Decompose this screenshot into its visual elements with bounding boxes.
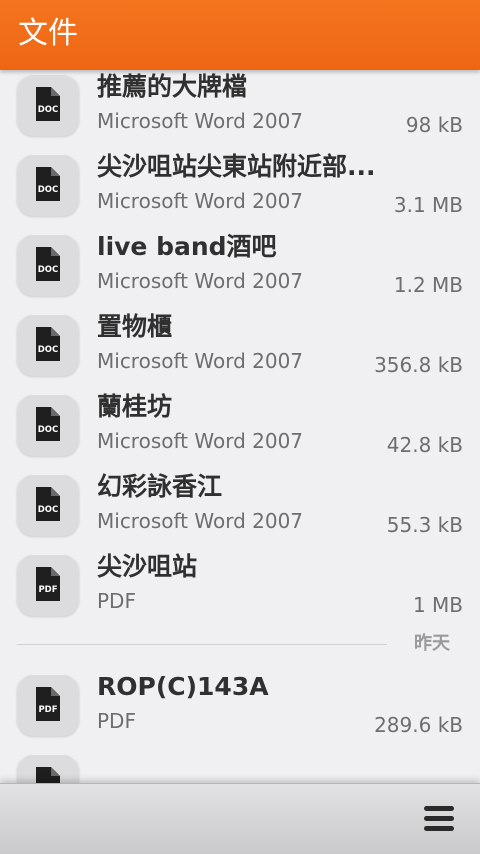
menu-bar-bottom xyxy=(424,826,454,831)
doc-file-icon xyxy=(36,767,60,783)
file-icon-label: DOC xyxy=(38,505,59,515)
file-list-item[interactable]: PDF 尖沙咀站 PDF 1 MB xyxy=(0,544,480,624)
file-size: 3.1 MB xyxy=(393,193,463,217)
page-title: 文件 xyxy=(18,16,78,51)
file-size: 55.3 kB xyxy=(386,513,463,537)
file-type: PDF xyxy=(97,709,136,733)
file-size: 289.6 kB xyxy=(374,713,463,737)
doc-file-icon: DOC xyxy=(36,247,60,281)
file-size: 1.2 MB xyxy=(393,273,463,297)
file-size: 356.8 kB xyxy=(374,353,463,377)
file-icon-tile: DOC xyxy=(17,474,79,536)
file-list-item[interactable]: DOC live band酒吧 Microsoft Word 2007 1.2 MB xyxy=(0,224,480,304)
file-icon-tile: PDF xyxy=(17,674,79,736)
file-name: 幻彩詠香江 xyxy=(97,472,223,501)
date-section-header: 昨天 xyxy=(0,624,480,664)
file-size: 1 MB xyxy=(412,593,463,617)
file-icon-label: DOC xyxy=(38,265,59,275)
file-icon-label: DOC xyxy=(38,345,59,355)
file-list-item[interactable]: DOC 推薦的大牌檔 Microsoft Word 2007 98 kB xyxy=(0,70,480,144)
file-list-item[interactable]: DOC 蘭桂坊 Microsoft Word 2007 42.8 kB xyxy=(0,384,480,464)
file-list-content: DOCMicrosoft Word 20073 MBDOC推薦的大牌檔Micro… xyxy=(0,70,480,783)
file-name: 推薦的大牌檔 xyxy=(97,72,248,101)
file-type: Microsoft Word 2007 xyxy=(97,429,304,453)
file-type: Microsoft Word 2007 xyxy=(97,349,304,373)
file-list[interactable]: DOCMicrosoft Word 20073 MBDOC推薦的大牌檔Micro… xyxy=(0,70,480,783)
file-list-item[interactable]: PDF ROP(C)143A PDF 289.6 kB xyxy=(0,664,480,744)
file-type: Microsoft Word 2007 xyxy=(97,269,304,293)
section-divider xyxy=(17,644,387,645)
file-size: 98 kB xyxy=(405,113,463,137)
file-icon-tile: DOC xyxy=(17,74,79,136)
pdf-file-icon: PDF xyxy=(36,687,60,721)
file-type: PDF xyxy=(97,589,136,613)
file-type: Microsoft Word 2007 xyxy=(97,509,304,533)
file-icon-tile: DOC xyxy=(17,234,79,296)
menu-bar-top xyxy=(424,806,454,811)
pdf-file-icon: PDF xyxy=(36,567,60,601)
file-list-item[interactable]: DOC 尖沙咀站尖東站附近部... Microsoft Word 2007 3.1 M… xyxy=(0,144,480,224)
menu-icon[interactable] xyxy=(424,804,454,834)
doc-file-icon: DOC xyxy=(36,167,60,201)
file-icon-tile: DOC xyxy=(17,154,79,216)
file-icon-tile: PDF xyxy=(17,554,79,616)
bottom-toolbar xyxy=(0,783,480,854)
header-bar: 文件 xyxy=(0,0,480,70)
file-name: live band酒吧 xyxy=(97,232,277,261)
file-name: 尖沙咀站 xyxy=(97,552,198,581)
menu-bar-middle xyxy=(424,816,454,821)
file-size: 42.8 kB xyxy=(386,433,463,457)
file-icon-label: PDF xyxy=(38,705,57,715)
file-icon-tile: DOC xyxy=(17,394,79,456)
doc-file-icon: DOC xyxy=(36,327,60,361)
file-list-item[interactable] xyxy=(0,744,480,783)
doc-file-icon: DOC xyxy=(36,87,60,121)
file-name: ROP(C)143A xyxy=(97,672,269,701)
file-name: 蘭桂坊 xyxy=(97,392,173,421)
file-icon-tile xyxy=(17,754,79,783)
file-icon-label: DOC xyxy=(38,105,59,115)
file-type: Microsoft Word 2007 xyxy=(97,109,304,133)
file-list-item[interactable]: DOC 置物櫃 Microsoft Word 2007 356.8 kB xyxy=(0,304,480,384)
file-icon-label: DOC xyxy=(38,185,59,195)
section-label: 昨天 xyxy=(414,633,450,654)
doc-file-icon: DOC xyxy=(36,487,60,521)
file-type: Microsoft Word 2007 xyxy=(97,189,304,213)
file-name: 尖沙咀站尖東站附近部... xyxy=(97,152,376,181)
file-list-item[interactable]: DOC 幻彩詠香江 Microsoft Word 2007 55.3 kB xyxy=(0,464,480,544)
file-browser-screen: 文件 DOCMicrosoft Word 20073 MBDOC推薦的大牌檔Mi… xyxy=(0,0,480,854)
file-icon-label: DOC xyxy=(38,425,59,435)
file-icon-tile: DOC xyxy=(17,314,79,376)
file-icon-label: PDF xyxy=(38,585,57,595)
file-name: 置物櫃 xyxy=(97,312,173,341)
doc-file-icon: DOC xyxy=(36,407,60,441)
